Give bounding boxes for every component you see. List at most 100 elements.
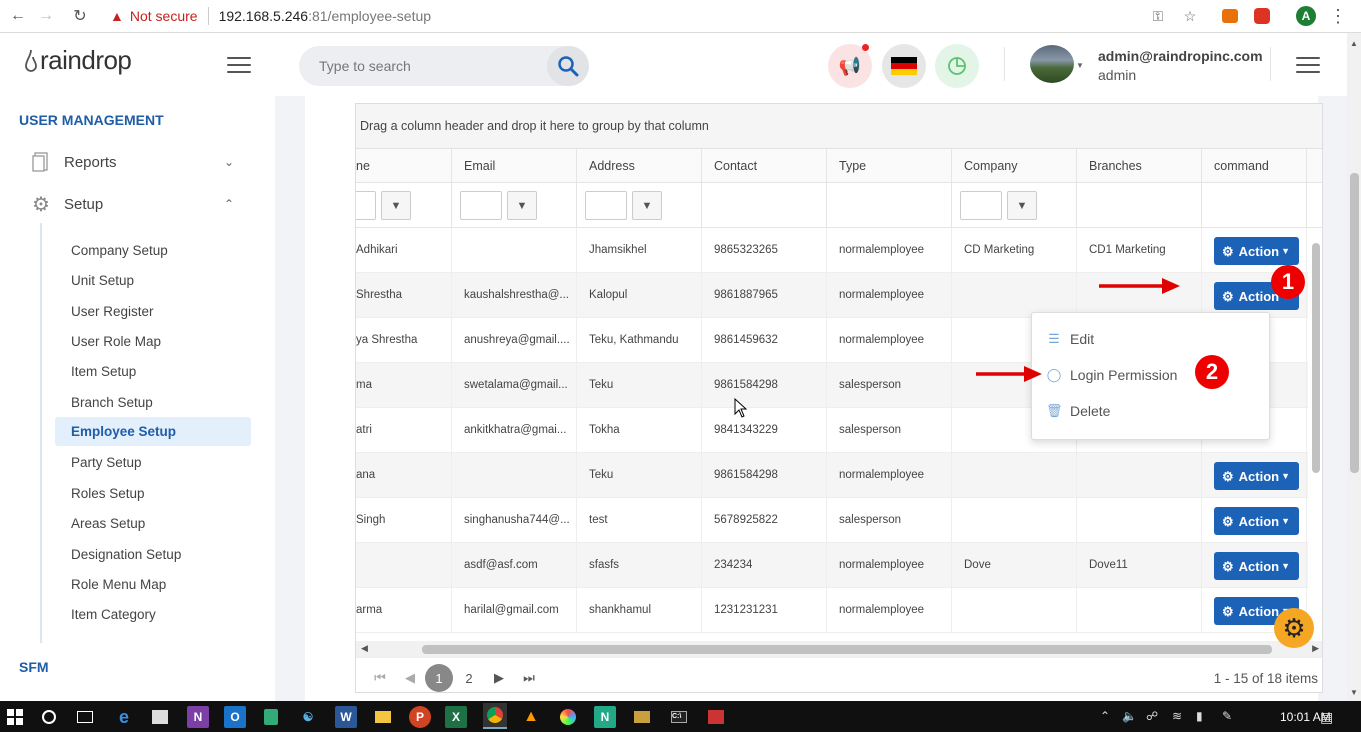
wifi-icon[interactable]: ≋	[1172, 709, 1182, 723]
chevron-down-icon[interactable]: ▼	[1076, 61, 1084, 70]
app-icon-6[interactable]	[705, 706, 727, 728]
page-1-button[interactable]: 1	[425, 664, 453, 692]
filter-button-address[interactable]: ▼	[632, 191, 662, 220]
notifications-icon[interactable]: ▤	[1320, 709, 1333, 726]
cell-type: salesperson	[827, 363, 952, 408]
chart-button[interactable]	[935, 44, 979, 88]
action-button[interactable]: ⚙Action▼	[1214, 237, 1299, 265]
volume-icon[interactable]: 🔈	[1122, 709, 1137, 723]
settings-gear-button[interactable]: ⚙	[1274, 608, 1314, 648]
pen-icon[interactable]: ✎	[1222, 709, 1232, 723]
battery-icon[interactable]: ▮	[1196, 709, 1203, 723]
forward-icon[interactable]: →	[32, 2, 60, 30]
app-icon-4[interactable]: N	[594, 706, 616, 728]
star-icon[interactable]: ☆	[1178, 4, 1202, 28]
chevron-up-icon[interactable]: ⌃	[1100, 709, 1110, 723]
scroll-thumb[interactable]	[422, 645, 1272, 654]
filter-button-company[interactable]: ▼	[1007, 191, 1037, 220]
vlc-icon[interactable]: ▲	[520, 706, 542, 728]
filter-button-email[interactable]: ▼	[507, 191, 537, 220]
filter-input-name[interactable]	[356, 191, 376, 220]
sidebar-item-employee-setup[interactable]: Employee Setup	[55, 417, 251, 446]
grid-horizontal-scrollbar[interactable]: ◀ ▶	[356, 641, 1322, 657]
column-header-contact[interactable]: Contact	[702, 149, 827, 183]
column-header-email[interactable]: Email	[452, 149, 577, 183]
sidebar-item-areas-setup[interactable]: Areas Setup	[55, 509, 251, 538]
menu-item-login-permission[interactable]: ◯ Login Permission	[1046, 367, 1178, 383]
windows-start-icon[interactable]	[4, 706, 26, 728]
chrome-icon[interactable]	[483, 703, 507, 729]
column-header-name[interactable]: ne	[356, 149, 452, 183]
group-drop-area[interactable]: Drag a column header and drop it here to…	[356, 104, 1322, 149]
app-icon-1[interactable]	[260, 706, 282, 728]
search-button[interactable]	[547, 46, 589, 86]
sidebar-item-branch-setup[interactable]: Branch Setup	[55, 388, 251, 417]
filter-input-address[interactable]	[585, 191, 627, 220]
sidebar-item-unit-setup[interactable]: Unit Setup	[55, 266, 251, 295]
sidebar-item-setup[interactable]: ⚙ Setup ⌃	[30, 193, 240, 216]
sidebar-item-role-menu-map[interactable]: Role Menu Map	[55, 570, 251, 599]
filter-input-company[interactable]	[960, 191, 1002, 220]
sidebar-item-user-register[interactable]: User Register	[55, 297, 251, 326]
column-header-address[interactable]: Address	[577, 149, 702, 183]
sidebar-item-party-setup[interactable]: Party Setup	[55, 448, 251, 477]
first-page-icon[interactable]: ⏮	[366, 664, 394, 692]
logo[interactable]: raindrop	[24, 45, 132, 76]
back-icon[interactable]: ←	[4, 2, 32, 30]
next-page-icon[interactable]: ▶	[485, 664, 513, 692]
announcement-button[interactable]: 📢	[828, 44, 872, 88]
adblock-icon[interactable]	[1250, 4, 1274, 28]
outlook-icon[interactable]: O	[224, 706, 246, 728]
reload-icon[interactable]: ↻	[66, 2, 94, 30]
word-icon[interactable]: W	[335, 706, 357, 728]
address-bar[interactable]: ▲ Not secure 192.168.5.246:81/employee-s…	[110, 4, 431, 28]
user-avatar[interactable]	[1030, 45, 1074, 83]
column-header-command[interactable]: command	[1202, 149, 1307, 183]
filter-button-name[interactable]: ▼	[381, 191, 411, 220]
column-header-branches[interactable]: Branches	[1077, 149, 1202, 183]
profile-avatar[interactable]: A	[1294, 4, 1318, 28]
page-2-button[interactable]: 2	[455, 664, 483, 692]
key-icon[interactable]: ⚿	[1146, 4, 1170, 28]
search-input[interactable]: Type to search	[319, 58, 411, 74]
language-button[interactable]	[882, 44, 926, 88]
page-scrollbar[interactable]: ▲ ▼	[1347, 33, 1361, 701]
prev-page-icon[interactable]: ◀	[396, 664, 424, 692]
excel-icon[interactable]: X	[445, 706, 467, 728]
grid-vertical-scrollbar[interactable]	[1308, 228, 1322, 641]
last-page-icon[interactable]: ⏭	[515, 664, 543, 692]
powerpoint-icon[interactable]: P	[409, 706, 431, 728]
task-view-icon[interactable]	[74, 706, 96, 728]
edge-icon[interactable]: e	[113, 706, 135, 728]
sidebar-item-item-setup[interactable]: Item Setup	[55, 357, 251, 386]
app-icon-2[interactable]: ☯	[297, 706, 319, 728]
file-explorer-icon[interactable]	[372, 706, 394, 728]
filter-input-email[interactable]	[460, 191, 502, 220]
browser-menu-icon[interactable]: ⋮	[1326, 4, 1350, 28]
sidebar-item-reports[interactable]: Reports ⌄	[30, 151, 240, 173]
store-icon[interactable]	[149, 706, 171, 728]
sidebar-item-company-setup[interactable]: Company Setup	[55, 236, 251, 265]
action-button[interactable]: ⚙Action▼	[1214, 462, 1299, 490]
app-icon-3[interactable]	[557, 706, 579, 728]
search-bar[interactable]: Type to search	[299, 46, 589, 86]
column-header-type[interactable]: Type	[827, 149, 952, 183]
cortana-icon[interactable]	[38, 706, 60, 728]
onenote-icon[interactable]: N	[187, 706, 209, 728]
menu-item-edit[interactable]: ☰ Edit	[1046, 331, 1094, 347]
action-button[interactable]: ⚙Action▼	[1214, 507, 1299, 535]
sidebar-item-roles-setup[interactable]: Roles Setup	[55, 479, 251, 508]
action-button[interactable]: ⚙Action▼	[1214, 552, 1299, 580]
app-menu-icon[interactable]	[1296, 57, 1320, 73]
sidebar-toggle-icon[interactable]	[227, 57, 251, 73]
network-icon[interactable]: ☍	[1146, 709, 1158, 723]
page-scroll-thumb[interactable]	[1350, 173, 1359, 473]
extension-icon[interactable]	[1218, 4, 1242, 28]
cmd-icon[interactable]: C:\	[668, 706, 690, 728]
menu-item-delete[interactable]: 🗑 Delete	[1046, 403, 1110, 419]
sidebar-item-item-category[interactable]: Item Category	[55, 600, 251, 629]
sidebar-item-designation-setup[interactable]: Designation Setup	[55, 540, 251, 569]
sidebar-item-user-role-map[interactable]: User Role Map	[55, 327, 251, 356]
app-icon-5[interactable]	[631, 706, 653, 728]
column-header-company[interactable]: Company	[952, 149, 1077, 183]
